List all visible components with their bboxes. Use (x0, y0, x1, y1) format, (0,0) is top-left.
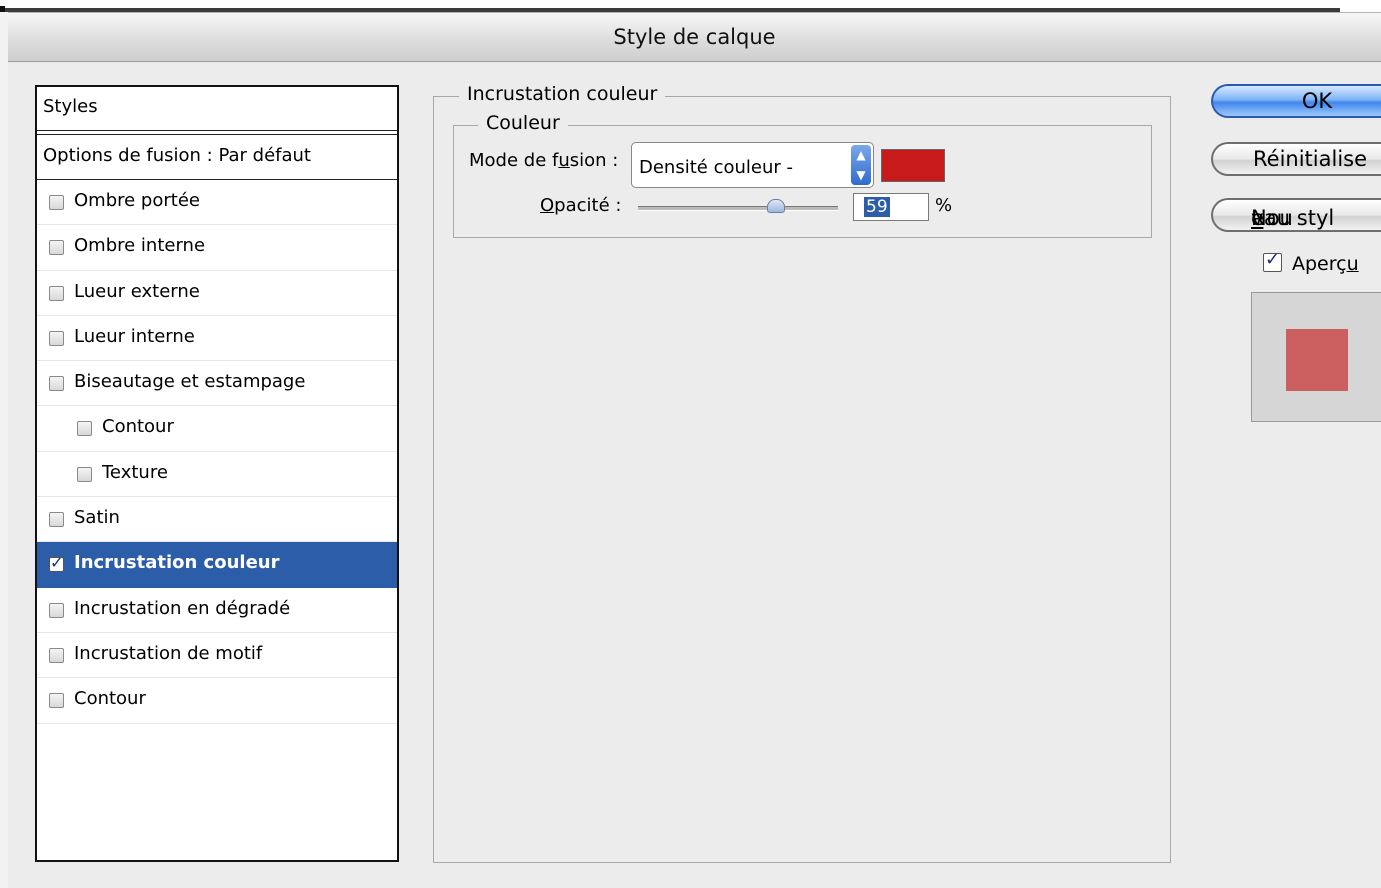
checkbox-icon[interactable] (49, 376, 64, 392)
opacity-label: Opacité : (540, 195, 622, 216)
opacity-slider-thumb[interactable] (767, 199, 785, 213)
blend-mode-label: Mode de fusion : (469, 150, 619, 171)
checkbox-icon[interactable] (49, 195, 64, 210)
style-preview (1251, 292, 1381, 422)
opacity-unit: % (935, 195, 953, 216)
reset-button[interactable]: Réinitialise (1211, 142, 1381, 176)
style-item[interactable]: Lueur interne (37, 316, 397, 362)
style-item-label: Lueur externe (74, 280, 200, 302)
checkbox-icon[interactable] (49, 512, 64, 528)
style-item-label: Biseautage et estampage (74, 371, 306, 393)
checkbox-icon[interactable] (77, 466, 92, 482)
style-item-label: Contour (102, 416, 174, 438)
styles-header[interactable]: Styles (37, 87, 397, 131)
blending-options-item[interactable]: Options de fusion : Par défaut (37, 135, 397, 180)
style-item-label: Texture (102, 461, 168, 483)
style-item[interactable]: Incrustation en dégradé (37, 588, 397, 633)
window-left-edge (0, 12, 8, 888)
opacity-slider-track[interactable] (638, 206, 838, 211)
checkbox-icon[interactable] (49, 240, 64, 256)
style-item-label: Incrustation en dégradé (74, 597, 291, 619)
new-style-button[interactable]: Nou v eau styl (1211, 198, 1381, 232)
style-item[interactable]: Incrustation couleur (37, 542, 397, 588)
opacity-value: 59 (864, 197, 890, 217)
checkbox-icon[interactable] (49, 647, 64, 663)
overlay-color-swatch[interactable] (881, 149, 945, 182)
style-item[interactable]: Contour (37, 406, 397, 452)
style-item-label: Incrustation de motif (74, 642, 263, 664)
style-item[interactable]: Ombre portée (37, 180, 397, 226)
checkbox-icon[interactable] (77, 421, 92, 437)
preview-swatch (1286, 329, 1348, 391)
style-item[interactable]: Contour (37, 678, 397, 724)
style-item[interactable]: Satin (37, 497, 397, 543)
style-item-label: Ombre portée (74, 190, 200, 211)
style-item[interactable]: Incrustation de motif (37, 633, 397, 679)
preview-checkbox[interactable] (1263, 249, 1282, 272)
title-bar[interactable]: Style de calque (8, 12, 1381, 62)
styles-list: Styles Options de fusion : Par défaut Om… (35, 85, 399, 862)
style-item-label: Ombre interne (74, 235, 206, 257)
reset-button-label: Réinitialise (1253, 147, 1368, 171)
checked-checkbox-icon[interactable] (49, 553, 64, 573)
select-arrows-icon: ▲ ▼ (851, 145, 871, 185)
color-subgroup-title: Couleur (478, 112, 568, 134)
blend-mode-select[interactable]: Densité couleur - ▲ ▼ (631, 142, 874, 188)
preview-label[interactable]: Aperçu (1292, 253, 1359, 275)
ok-button-label: OK (1301, 89, 1333, 113)
opacity-input[interactable]: 59 (853, 193, 929, 221)
style-item[interactable]: Ombre interne (37, 225, 397, 271)
blend-mode-value: Densité couleur - (639, 157, 793, 178)
color-overlay-title: Incrustation couleur (459, 83, 666, 105)
style-items: Ombre portée Ombre interne Lueur externe Lu… (37, 180, 397, 724)
window-top-edge (0, 0, 1381, 18)
style-item[interactable]: Biseautage et estampage (37, 361, 397, 407)
ok-button[interactable]: OK (1211, 84, 1381, 118)
style-item-label: Satin (74, 507, 120, 529)
style-item[interactable]: Lueur externe (37, 271, 397, 316)
checkbox-icon[interactable] (49, 693, 64, 709)
style-item[interactable]: Texture (37, 452, 397, 498)
window-title: Style de calque (613, 25, 776, 49)
checkbox-icon[interactable] (49, 285, 64, 301)
style-item-label: Incrustation couleur (74, 552, 280, 574)
style-item-label: Contour (74, 688, 146, 710)
checkbox-icon[interactable] (49, 602, 64, 618)
checkbox-icon[interactable] (49, 330, 64, 346)
style-item-label: Lueur interne (74, 325, 195, 347)
